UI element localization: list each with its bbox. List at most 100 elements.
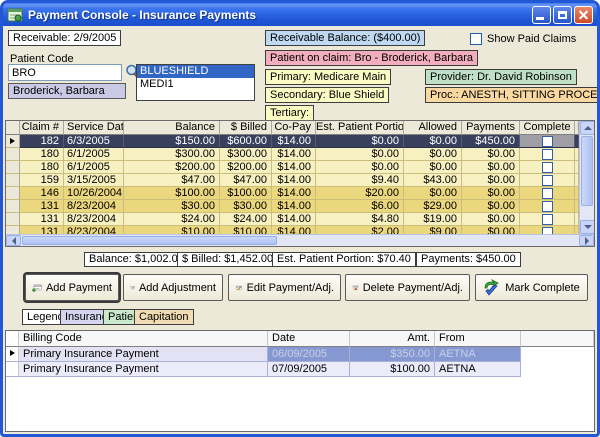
claims-cell: $10.00 — [124, 226, 220, 234]
insurance-plan-listbox[interactable]: BLUESHIELD MEDI1 — [136, 64, 255, 101]
show-paid-claims-checkbox[interactable]: Show Paid Claims — [470, 33, 576, 45]
payments-grid-header: Billing Code Date Amt. From — [6, 331, 594, 347]
claims-cell: $100.00 — [124, 187, 220, 200]
add-adjustment-icon — [130, 280, 135, 296]
scroll-down-icon[interactable] — [580, 220, 595, 234]
claims-cell: $0.00 — [462, 174, 520, 187]
payment-from: AETNA — [435, 362, 521, 377]
claims-cell: $24.00 — [220, 213, 272, 226]
row-indicator-icon — [10, 138, 15, 144]
claims-cell: $0.00 — [316, 161, 404, 174]
claims-row[interactable]: 1593/15/2005$47.00$47.00$14.00$9.40$43.0… — [6, 174, 579, 187]
claims-cell: $300.00 — [124, 148, 220, 161]
minimize-button[interactable] — [532, 6, 551, 24]
close-button[interactable] — [574, 6, 593, 24]
payment-amount: $350.00 — [350, 347, 435, 362]
row-indicator-cell — [6, 174, 20, 187]
claims-cell: 8/23/2004 — [64, 213, 124, 226]
complete-checkbox-icon[interactable] — [542, 188, 553, 199]
complete-checkbox-icon[interactable] — [542, 162, 553, 173]
payment-billing-code: Primary Insurance Payment — [19, 347, 268, 362]
edit-payment-button[interactable]: Edit Payment/Adj. — [228, 274, 341, 301]
row-indicator-cell — [6, 135, 20, 148]
summary-balance: Balance: $1,002.00 — [84, 252, 189, 267]
add-adjustment-button[interactable]: Add Adjustment — [123, 274, 223, 301]
complete-checkbox-icon[interactable] — [542, 149, 553, 160]
claims-row[interactable]: 1318/23/2004$10.00$10.00$14.00$2.00$9.00… — [6, 226, 579, 234]
title-bar[interactable]: Payment Console - Insurance Payments — [3, 3, 597, 26]
claims-cell: 6/1/2005 — [64, 161, 124, 174]
col-billing-code[interactable]: Billing Code — [19, 331, 268, 347]
complete-checkbox-icon[interactable] — [542, 214, 553, 225]
claims-cell: 159 — [20, 174, 64, 187]
list-item-medi1[interactable]: MEDI1 — [137, 78, 254, 91]
claims-cell: 180 — [20, 161, 64, 174]
claims-grid-header-row: Claim #Service DateBalance$ BilledCo-Pay… — [6, 121, 579, 135]
complete-checkbox-icon[interactable] — [542, 175, 553, 186]
claims-col-header[interactable]: Payments — [462, 121, 520, 135]
claims-col-header[interactable]: Service Date — [64, 121, 124, 135]
claims-row[interactable]: 1826/3/2005$150.00$600.00$14.00$0.00$0.0… — [6, 135, 579, 148]
complete-cell — [520, 213, 575, 226]
checkbox-icon[interactable] — [470, 33, 482, 45]
vscroll-thumb[interactable] — [581, 136, 593, 206]
claims-cell: $0.00 — [462, 226, 520, 234]
payment-row[interactable]: Primary Insurance Payment07/09/2005$100.… — [6, 362, 594, 377]
row-indicator-cell — [6, 347, 19, 362]
payment-date: 06/09/2005 — [268, 347, 350, 362]
claims-cell: $14.00 — [272, 135, 316, 148]
complete-checkbox-icon[interactable] — [542, 201, 553, 212]
claims-cell: 10/26/2004 — [64, 187, 124, 200]
claims-grid-header: Claim #Service DateBalance$ BilledCo-Pay… — [6, 121, 579, 135]
claims-horizontal-scrollbar[interactable] — [6, 234, 594, 246]
payment-row[interactable]: Primary Insurance Payment06/09/2005$350.… — [6, 347, 594, 362]
claims-col-header[interactable]: Balance — [124, 121, 220, 135]
claims-col-header[interactable]: Allowed — [404, 121, 462, 135]
scroll-right-icon[interactable] — [579, 235, 594, 246]
row-indicator-cell — [6, 362, 19, 377]
list-item-blueshield[interactable]: BLUESHIELD — [137, 65, 254, 78]
claims-col-header[interactable]: Claim # — [20, 121, 64, 135]
col-from[interactable]: From — [435, 331, 521, 347]
claims-cell: $47.00 — [220, 174, 272, 187]
claims-col-header[interactable]: Est. Patient Portion — [316, 121, 404, 135]
complete-checkbox-icon[interactable] — [542, 227, 553, 235]
claims-col-header[interactable]: $ Billed — [220, 121, 272, 135]
secondary-plan-label: Secondary: Blue Shield — [265, 87, 389, 103]
claims-cell: $0.00 — [404, 161, 462, 174]
patient-code-input[interactable] — [8, 64, 122, 81]
claims-row[interactable]: 1318/23/2004$24.00$24.00$14.00$4.80$19.0… — [6, 213, 579, 226]
claims-row[interactable]: 1318/23/2004$30.00$30.00$14.00$6.00$29.0… — [6, 200, 579, 213]
claims-cell: 3/15/2005 — [64, 174, 124, 187]
mark-complete-button[interactable]: Mark Complete — [475, 274, 588, 301]
tertiary-plan-label: Tertiary: — [265, 105, 314, 121]
procedure-label: Proc.: ANESTH, SITTING PROCEDURE — [425, 87, 600, 103]
claims-cell: $0.00 — [316, 135, 404, 148]
summary-billed: $ Billed: $1,452.00 — [177, 252, 278, 267]
claims-row[interactable]: 1806/1/2005$200.00$200.00$14.00$0.00$0.0… — [6, 161, 579, 174]
patient-on-claim-label: Patient on claim: Bro - Broderick, Barba… — [265, 50, 478, 66]
claims-vertical-scrollbar[interactable] — [579, 121, 594, 234]
claims-cell: $0.00 — [462, 148, 520, 161]
claims-col-header[interactable]: Complete — [520, 121, 575, 135]
claims-grid: Claim #Service DateBalance$ BilledCo-Pay… — [5, 120, 595, 247]
col-date[interactable]: Date — [268, 331, 350, 347]
claims-row[interactable]: 14610/26/2004$100.00$100.00$14.00$20.00$… — [6, 187, 579, 200]
claims-row[interactable]: 1806/1/2005$300.00$300.00$14.00$0.00$0.0… — [6, 148, 579, 161]
summary-payments: Payments: $450.00 — [416, 252, 521, 267]
claims-cell: $0.00 — [462, 161, 520, 174]
claims-col-header[interactable]: Co-Pay — [272, 121, 316, 135]
claims-cell: 182 — [20, 135, 64, 148]
scroll-left-icon[interactable] — [6, 235, 21, 246]
payments-grid-rows: Primary Insurance Payment06/09/2005$350.… — [6, 347, 594, 377]
payment-amount: $100.00 — [350, 362, 435, 377]
hscroll-thumb[interactable] — [22, 236, 277, 245]
scroll-up-icon[interactable] — [580, 121, 595, 135]
col-amt[interactable]: Amt. — [350, 331, 435, 347]
claims-cell: $24.00 — [124, 213, 220, 226]
delete-payment-button[interactable]: Delete Payment/Adj. — [345, 274, 470, 301]
complete-checkbox-icon[interactable] — [542, 136, 553, 147]
add-payment-button[interactable]: Add Payment — [25, 274, 119, 301]
maximize-button[interactable] — [553, 6, 572, 24]
claims-cell: $2.00 — [316, 226, 404, 234]
